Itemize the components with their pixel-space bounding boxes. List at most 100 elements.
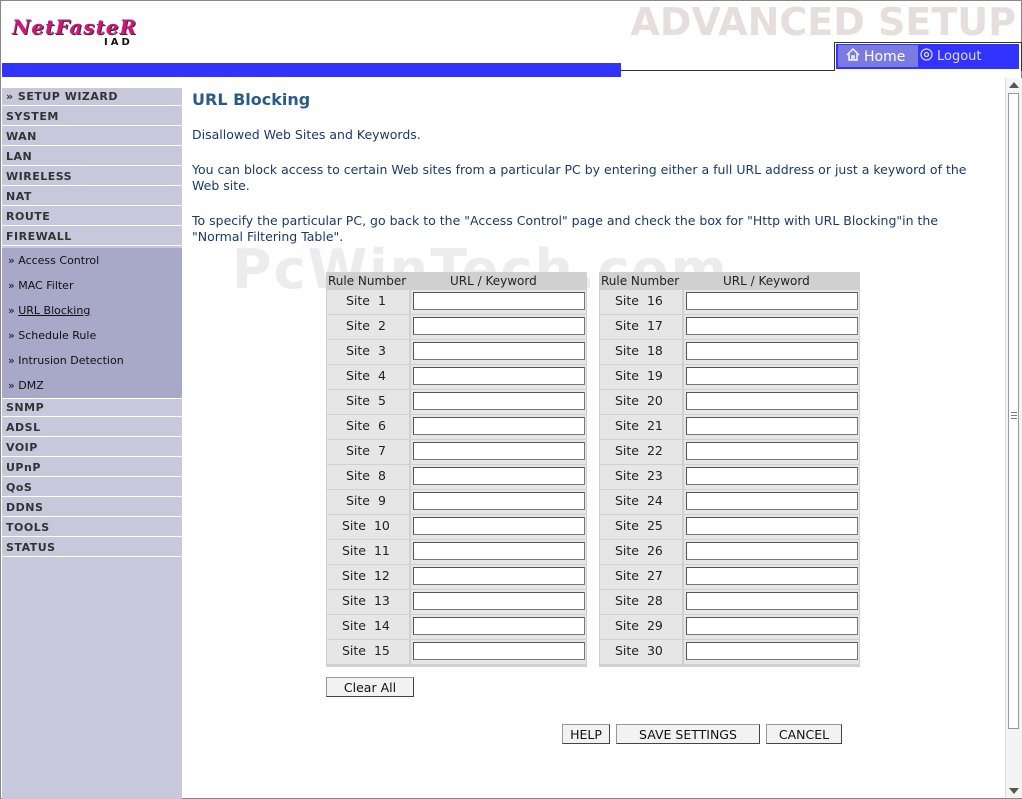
home-link[interactable]: Home [846,48,905,65]
url-keyword-input-site-19[interactable] [686,367,858,385]
table-row: Site 9 [326,490,587,515]
url-keyword-input-site-11[interactable] [413,542,585,560]
url-keyword-input-site-3[interactable] [413,342,585,360]
sidebar-subitem-mac-filter[interactable]: » MAC Filter [8,279,73,292]
scrollbar-thumb[interactable] [1008,93,1019,729]
url-keyword-input-site-28[interactable] [686,592,858,610]
url-keyword-input-site-1[interactable] [413,292,585,310]
page-title: URL Blocking [192,90,311,109]
url-keyword-input-site-13[interactable] [413,592,585,610]
url-keyword-input-site-30[interactable] [686,642,858,660]
table-row: Site 26 [599,540,860,565]
help-button[interactable]: HELP [562,724,610,744]
site-label: Site 22 [615,443,663,458]
sidebar-item-wan[interactable]: WAN [2,128,182,146]
site-label: Site 24 [615,493,663,508]
url-keyword-input-site-4[interactable] [413,367,585,385]
url-keyword-input-site-15[interactable] [413,642,585,660]
url-keyword-input-site-23[interactable] [686,467,858,485]
site-label: Site 20 [615,393,663,408]
url-keyword-input-site-12[interactable] [413,567,585,585]
url-keyword-input-site-18[interactable] [686,342,858,360]
subitem-label: Intrusion Detection [18,354,124,367]
table-row: Site 24 [599,490,860,515]
site-label: Site 13 [342,593,390,608]
logout-link[interactable]: Logout [920,48,982,65]
table-row: Site 14 [326,615,587,640]
sidebar-item-setup-wizard[interactable]: » SETUP WIZARD [2,88,182,106]
url-keyword-input-site-26[interactable] [686,542,858,560]
table-row: Site 2 [326,315,587,340]
sidebar-subitem-schedule-rule[interactable]: » Schedule Rule [8,329,96,342]
sidebar-item-system[interactable]: SYSTEM [2,108,182,126]
scroll-down-arrow-icon[interactable] [1009,788,1019,794]
home-link-label: Home [864,48,906,65]
url-keyword-input-site-14[interactable] [413,617,585,635]
table-row: Site 30 [599,640,860,665]
site-label: Site 3 [346,343,386,358]
url-keyword-input-site-8[interactable] [413,467,585,485]
sidebar-item-upnp[interactable]: UPnP [2,459,182,477]
table-row: Site 7 [326,440,587,465]
sidebar-item-ddns[interactable]: DDNS [2,499,182,517]
url-keyword-input-site-6[interactable] [413,417,585,435]
rules-table-left: Rule Number URL / Keyword Site 1 Site 2 Site… [326,272,587,667]
save-settings-button[interactable]: SAVE SETTINGS [616,724,760,744]
url-keyword-input-site-29[interactable] [686,617,858,635]
url-keyword-input-site-21[interactable] [686,417,858,435]
url-keyword-input-site-9[interactable] [413,492,585,510]
sidebar-item-status[interactable]: STATUS [2,539,182,557]
sidebar-item-route[interactable]: ROUTE [2,208,182,226]
table-row: Site 13 [326,590,587,615]
scroll-up-arrow-icon[interactable] [1009,82,1019,88]
grip-line [1011,412,1017,413]
sidebar-item-snmp[interactable]: SNMP [2,399,182,417]
site-label: Site 9 [346,493,386,508]
url-keyword-input-site-16[interactable] [686,292,858,310]
sidebar-subitem-access-control[interactable]: » Access Control [8,254,99,267]
site-label: Site 28 [615,593,663,608]
url-keyword-input-site-24[interactable] [686,492,858,510]
url-keyword-input-site-20[interactable] [686,392,858,410]
url-keyword-input-site-27[interactable] [686,567,858,585]
site-label: Site 7 [346,443,386,458]
site-label: Site 19 [615,368,663,383]
url-keyword-input-site-22[interactable] [686,442,858,460]
sidebar-item-wireless[interactable]: WIRELESS [2,168,182,186]
site-label: Site 27 [615,568,663,583]
sidebar-item-qos[interactable]: QoS [2,479,182,497]
sidebar-item-firewall[interactable]: FIREWALL [2,228,182,246]
sidebar-item-voip[interactable]: VOIP [2,439,182,457]
site-label: Site 1 [346,293,386,308]
logo-wordmark: NetFasteR [12,15,138,39]
table-row: Site 28 [599,590,860,615]
url-keyword-input-site-17[interactable] [686,317,858,335]
clear-all-button[interactable]: Clear All [326,677,414,697]
sidebar-item-tools[interactable]: TOOLS [2,519,182,537]
site-label: Site 21 [615,418,663,433]
site-label: Site 15 [342,643,390,658]
subitem-label: Schedule Rule [18,329,97,342]
url-keyword-input-site-2[interactable] [413,317,585,335]
url-keyword-input-site-10[interactable] [413,517,585,535]
sidebar-item-adsl[interactable]: ADSL [2,419,182,437]
sidebar: » SETUP WIZARD SYSTEM WAN LAN WIRELESS N… [2,78,182,799]
sidebar-item-nat[interactable]: NAT [2,188,182,206]
url-keyword-input-site-25[interactable] [686,517,858,535]
vertical-scrollbar[interactable] [1005,78,1022,798]
url-keyword-input-site-7[interactable] [413,442,585,460]
page-section-title: ADVANCED SETUP [630,0,1016,44]
intro-text: Disallowed Web Sites and Keywords. [192,127,421,142]
sidebar-subitem-intrusion-detection[interactable]: » Intrusion Detection [8,354,124,367]
sidebar-item-lan[interactable]: LAN [2,148,182,166]
url-keyword-input-site-5[interactable] [413,392,585,410]
grip-line [1011,418,1017,419]
sidebar-subitem-url-blocking[interactable]: » URL Blocking [8,304,90,317]
description-text: You can block access to certain Web site… [192,162,967,193]
cancel-button[interactable]: CANCEL [766,724,842,744]
firewall-submenu: » Access Control » MAC Filter » URL Bloc… [2,248,182,399]
col-header-url-keyword: URL / Keyword [450,274,537,288]
site-label: Site 18 [615,343,663,358]
sidebar-subitem-dmz[interactable]: » DMZ [8,379,44,392]
table-row: Site 8 [326,465,587,490]
